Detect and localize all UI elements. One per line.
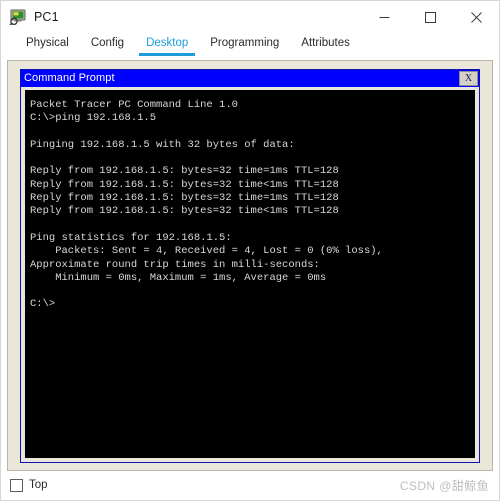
tab-programming[interactable]: Programming — [199, 33, 290, 57]
tab-desktop[interactable]: Desktop — [135, 33, 199, 57]
command-prompt-title-bar: Command Prompt X — [21, 70, 479, 87]
terminal-line: C:\>ping 192.168.1.5 — [30, 112, 157, 125]
pc-device-icon — [9, 9, 27, 26]
minimize-button[interactable] — [361, 1, 407, 33]
terminal-line: Ping statistics for 192.168.1.5: — [30, 231, 232, 244]
command-prompt-window: Command Prompt X Packet Tracer PC Comman… — [20, 69, 480, 463]
window-title-label: PC1 — [34, 9, 59, 24]
terminal-line: Reply from 192.168.1.5: bytes=32 time=1m… — [30, 165, 339, 178]
terminal-line: Packet Tracer PC Command Line 1.0 — [30, 99, 238, 111]
watermark-label: CSDN @甜鲸鱼 — [399, 479, 489, 493]
tab-strip: Physical Config Desktop Programming Attr… — [1, 33, 499, 60]
command-prompt-body: Packet Tracer PC Command Line 1.0 C:\>pin… — [21, 87, 479, 462]
terminal-line: Reply from 192.168.1.5: bytes=32 time<1m… — [30, 205, 339, 218]
window-title-group: PC1 — [1, 9, 59, 26]
top-checkbox-box[interactable] — [10, 479, 23, 492]
terminal-line: Minimum = 0ms, Maximum = 1ms, Average = … — [30, 271, 327, 284]
terminal-line: Packets: Sent = 4, Received = 4, Lost = … — [30, 245, 383, 258]
footer-bar: Top CSDN @甜鲸鱼 — [1, 471, 499, 500]
command-prompt-title-label: Command Prompt — [24, 72, 115, 84]
terminal-line: Approximate round trip times in milli-se… — [30, 258, 320, 271]
window-title-bar: PC1 — [1, 1, 499, 33]
command-prompt-close-button[interactable]: X — [459, 71, 478, 86]
top-checkbox-label: Top — [29, 478, 48, 491]
tab-physical[interactable]: Physical — [15, 33, 80, 57]
close-button[interactable] — [453, 1, 499, 33]
maximize-button[interactable] — [407, 1, 453, 33]
terminal-line: Pinging 192.168.1.5 with 32 bytes of dat… — [30, 138, 295, 151]
window-controls — [361, 1, 499, 33]
terminal-line: C:\> — [30, 298, 56, 311]
tab-attributes[interactable]: Attributes — [290, 33, 361, 57]
terminal-output[interactable]: Packet Tracer PC Command Line 1.0 C:\>pin… — [25, 90, 475, 458]
tab-config[interactable]: Config — [80, 33, 135, 57]
terminal-line: Reply from 192.168.1.5: bytes=32 time=1m… — [30, 192, 339, 205]
terminal-line: Reply from 192.168.1.5: bytes=32 time<1m… — [30, 178, 339, 191]
desktop-panel: Command Prompt X Packet Tracer PC Comman… — [7, 60, 493, 471]
top-checkbox[interactable]: Top — [10, 479, 48, 492]
pc1-window: PC1 Physical Config Desktop Programming … — [0, 0, 500, 501]
